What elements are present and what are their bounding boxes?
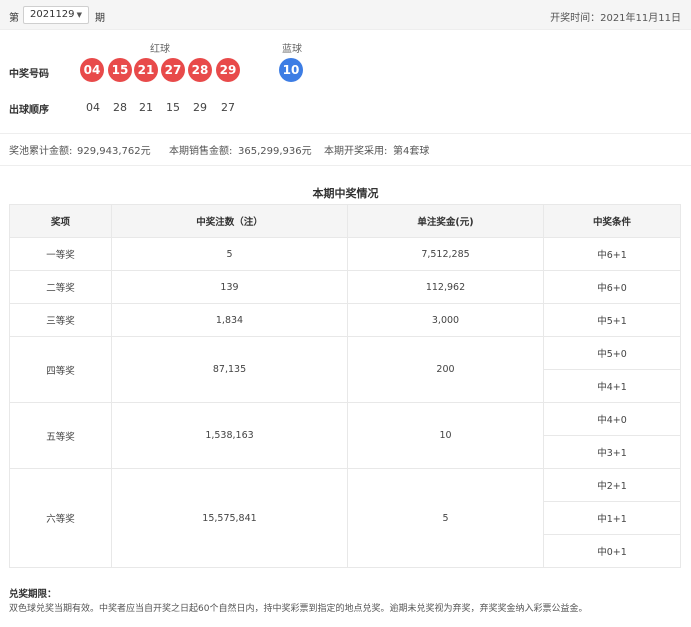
winning-numbers-label: 中奖号码 [9, 69, 49, 80]
table-row: 一等奖 5 7,512,285 中6+1 [9, 237, 681, 271]
condition-cell: 中6+1 [543, 237, 681, 271]
red-ball: 21 [134, 58, 158, 82]
prize-amount-cell: 7,512,285 [347, 237, 544, 271]
table-row: 四等奖 87,135 200 中5+0 [9, 336, 681, 403]
red-ball-label: 红球 [150, 44, 170, 55]
condition-cell: 中0+1 [543, 534, 681, 568]
draw-order-number: 21 [139, 101, 153, 114]
winner-count-cell: 1,834 [111, 303, 348, 337]
prize-level-cell: 一等奖 [9, 237, 112, 271]
table-row: 二等奖 139 112,962 中6+0 [9, 270, 681, 304]
top-bar: 第 2021129 ▼ 期 开奖时间：2021年11月11日 [0, 0, 691, 30]
winner-count-cell: 139 [111, 270, 348, 304]
condition-cell: 中5+0 [543, 336, 681, 370]
sales-value: 365,299,936元 [238, 146, 312, 157]
column-header: 单注奖金(元) [347, 204, 544, 238]
draw-order-label: 出球顺序 [9, 105, 49, 116]
red-ball: 15 [108, 58, 132, 82]
winner-count-cell: 15,575,841 [111, 468, 348, 568]
prize-amount-cell: 3,000 [347, 303, 544, 337]
column-header: 中奖条件 [543, 204, 681, 238]
prize-level-cell: 四等奖 [9, 336, 112, 403]
column-header: 中奖注数（注） [111, 204, 348, 238]
machine-label: 本期开奖采用: [324, 146, 388, 157]
divider [0, 133, 691, 134]
winner-count-cell: 5 [111, 237, 348, 271]
sales-label: 本期销售金额: [169, 146, 233, 157]
condition-cell: 中4+1 [543, 369, 681, 403]
prize-level-cell: 六等奖 [9, 468, 112, 568]
winner-count-cell: 87,135 [111, 336, 348, 403]
prize-amount-cell: 200 [347, 336, 544, 403]
prize-amount-cell: 10 [347, 402, 544, 469]
machine-value: 第4套球 [393, 146, 430, 157]
prize-level-cell: 二等奖 [9, 270, 112, 304]
table-row: 五等奖 1,538,163 10 中4+0 [9, 402, 681, 469]
red-ball: 27 [161, 58, 185, 82]
draw-order-number: 15 [166, 101, 180, 114]
issue-prefix: 第 [9, 13, 19, 24]
issue-select[interactable]: 2021129 ▼ [23, 6, 89, 24]
draw-order-number: 27 [221, 101, 235, 114]
redeem-deadline-title: 兑奖期限： [9, 589, 57, 600]
prize-amount-cell: 112,962 [347, 270, 544, 304]
red-ball: 04 [80, 58, 104, 82]
table-title: 本期中奖情况 [312, 187, 379, 200]
prize-amount-cell: 5 [347, 468, 544, 568]
prize-table: 奖项 中奖注数（注） 单注奖金(元) 中奖条件 一等奖 5 7,512,285 中6+… [9, 204, 681, 568]
pool-value: 929,943,762元 [77, 146, 151, 157]
table-header-row: 奖项 中奖注数（注） 单注奖金(元) 中奖条件 [9, 204, 681, 238]
condition-cell: 中2+1 [543, 468, 681, 502]
redeem-deadline-text: 双色球兑奖当期有效。中奖者应当自开奖之日起60个自然日内，持中奖彩票到指定的地点… [9, 604, 588, 614]
prize-level-cell: 五等奖 [9, 402, 112, 469]
prize-level-cell: 三等奖 [9, 303, 112, 337]
blue-ball-label: 蓝球 [282, 44, 302, 55]
winner-count-cell: 1,538,163 [111, 402, 348, 469]
table-row: 三等奖 1,834 3,000 中5+1 [9, 303, 681, 337]
draw-order-number: 29 [193, 101, 207, 114]
condition-cell: 中1+1 [543, 501, 681, 535]
condition-cell: 中3+1 [543, 435, 681, 469]
table-row: 六等奖 15,575,841 5 中2+1 [9, 468, 681, 568]
chevron-down-icon: ▼ [76, 11, 82, 19]
blue-ball: 10 [279, 58, 303, 82]
condition-cell: 中4+0 [543, 402, 681, 436]
draw-order-number: 04 [86, 101, 100, 114]
draw-order-number: 28 [113, 101, 127, 114]
issue-select-value: 2021129 [30, 9, 75, 20]
pool-label: 奖池累计金额: [9, 146, 73, 157]
column-header: 奖项 [9, 204, 112, 238]
red-ball: 28 [188, 58, 212, 82]
red-ball: 29 [216, 58, 240, 82]
divider [0, 165, 691, 166]
condition-cell: 中5+1 [543, 303, 681, 337]
issue-suffix: 期 [95, 13, 105, 24]
condition-cell: 中6+0 [543, 270, 681, 304]
draw-date: 开奖时间：2021年11月11日 [550, 13, 681, 24]
